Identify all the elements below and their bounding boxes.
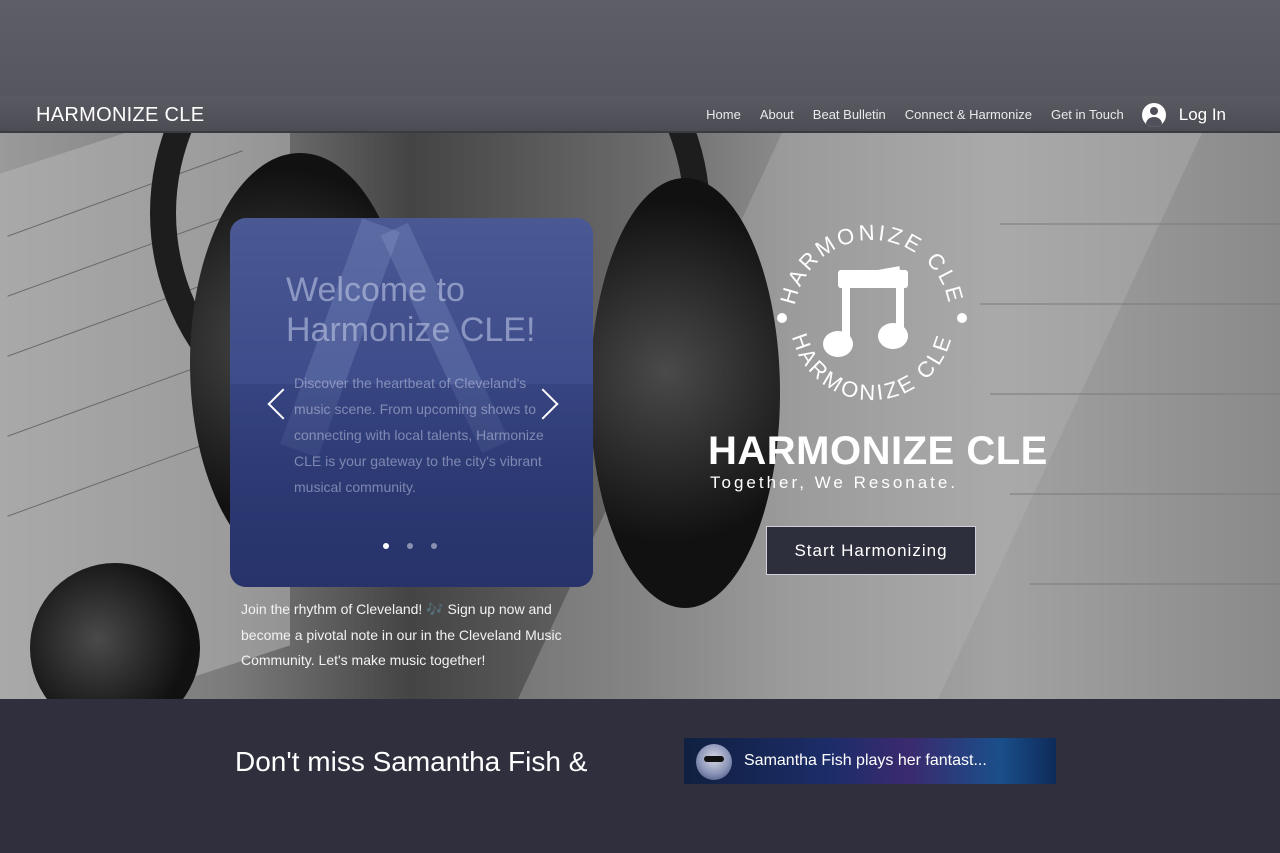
join-text: Join the rhythm of Cleveland! 🎶 Sign up … — [241, 601, 562, 668]
slide-dot-2[interactable] — [407, 543, 413, 549]
main-nav: Home About Beat Bulletin Connect & Harmo… — [687, 96, 1280, 133]
logo-svg: HARMONIZE CLE HARMONIZE CLE — [775, 220, 969, 405]
slide-dot-1[interactable] — [383, 543, 389, 549]
music-note-icon — [823, 266, 908, 357]
hero-brand-name: HARMONIZE CLE — [708, 429, 1048, 473]
nav-about[interactable]: About — [760, 107, 794, 122]
hero-section: Welcome to Harmonize CLE! Discover the h… — [0, 133, 1280, 699]
harmonize-logo: HARMONIZE CLE HARMONIZE CLE — [772, 218, 972, 418]
slide-prev-arrow-icon[interactable] — [266, 384, 288, 422]
slide-dots — [383, 543, 455, 549]
login-button[interactable]: Log In — [1141, 102, 1226, 127]
slide-text: Discover the heartbeat of Cleveland's mu… — [294, 375, 544, 495]
nav-home[interactable]: Home — [706, 107, 741, 122]
start-harmonizing-button[interactable]: Start Harmonizing — [766, 526, 976, 575]
login-label: Log In — [1178, 104, 1226, 124]
video-embed[interactable]: Samantha Fish plays her fantast... — [684, 738, 1056, 784]
nav-connect-harmonize[interactable]: Connect & Harmonize — [905, 107, 1032, 122]
slide-next-arrow-icon[interactable] — [536, 384, 558, 422]
svg-text:HARMONIZE CLE: HARMONIZE CLE — [787, 330, 957, 405]
nav-beat-bulletin[interactable]: Beat Bulletin — [813, 107, 886, 122]
channel-avatar[interactable] — [696, 744, 732, 780]
logo-ring-bottom: HARMONIZE CLE — [787, 330, 954, 405]
slide-title: Welcome to Harmonize CLE! — [286, 271, 536, 349]
svg-text:HARMONIZE CLE: HARMONIZE CLE — [775, 220, 969, 307]
user-avatar-icon — [1141, 102, 1166, 127]
welcome-slideshow[interactable]: Welcome to Harmonize CLE! Discover the h… — [230, 218, 593, 587]
video-title[interactable]: Samantha Fish plays her fantast... — [744, 752, 987, 770]
headphone-cup-right — [590, 178, 780, 608]
slide-dot-3[interactable] — [431, 543, 437, 549]
hero-tagline: Together, We Resonate. — [710, 473, 959, 492]
site-header: HARMONIZE CLE Home About Beat Bulletin C… — [0, 96, 1280, 133]
site-brand[interactable]: HARMONIZE CLE — [36, 104, 204, 127]
top-band — [0, 0, 1280, 96]
nav-get-in-touch[interactable]: Get in Touch — [1051, 107, 1124, 122]
bottom-section: Don't miss Samantha Fish & Samantha Fish… — [0, 699, 1280, 853]
logo-ring-top: HARMONIZE CLE — [775, 220, 966, 307]
promo-text: Don't miss Samantha Fish & — [235, 746, 588, 777]
